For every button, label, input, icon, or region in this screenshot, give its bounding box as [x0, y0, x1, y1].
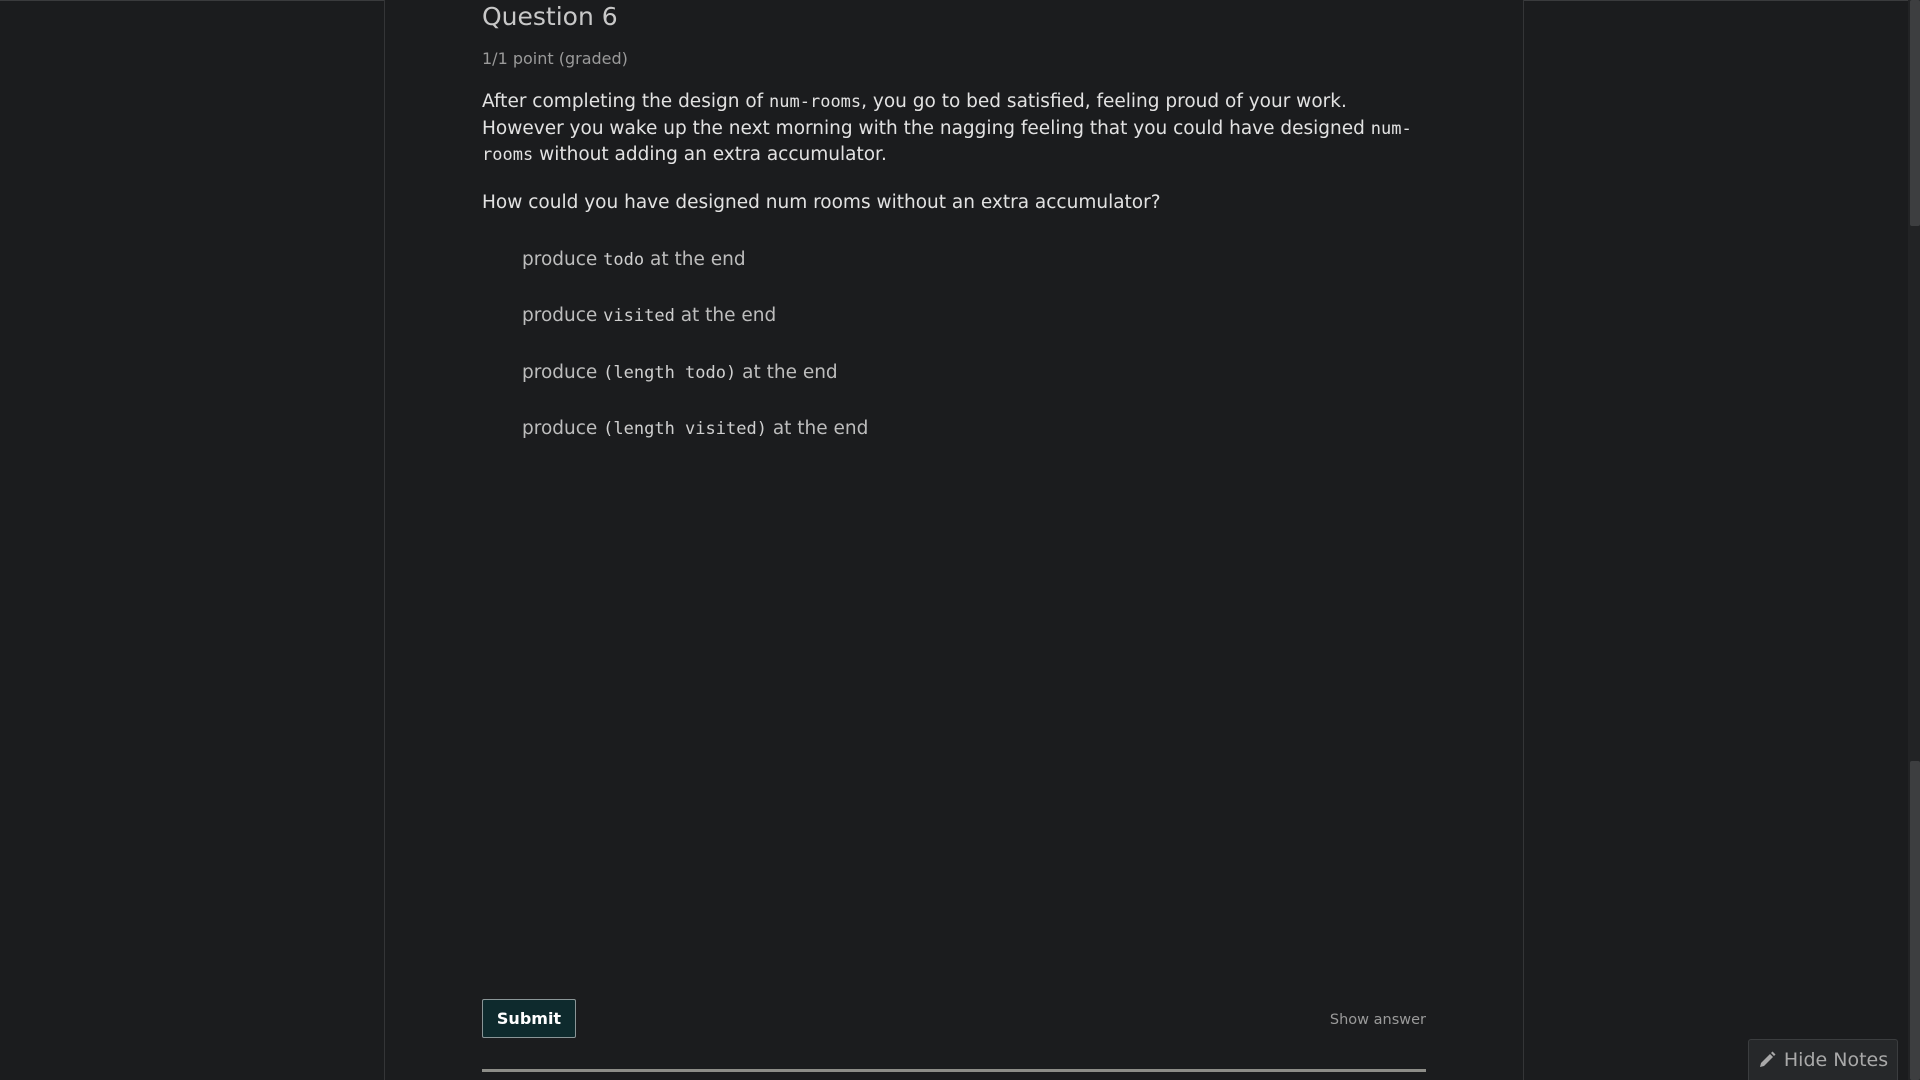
choice-suffix: at the end [766, 418, 869, 439]
question-prompt: How could you have designed num rooms wi… [482, 192, 1161, 213]
scrollbar-thumb-upper[interactable] [1910, 0, 1920, 226]
choice-code: (length visited) [603, 419, 767, 439]
divider [482, 1069, 1426, 1072]
question-points: 1/1 point (graded) [482, 49, 628, 68]
choice-code: todo [603, 250, 645, 270]
paragraph-text-3: without adding an extra accumulator. [533, 144, 887, 165]
choice-prefix: produce [522, 305, 604, 326]
choice-code: (length todo) [603, 363, 737, 383]
choice-prefix: produce [522, 418, 604, 439]
choice-suffix: at the end [674, 305, 777, 326]
submit-button[interactable]: Submit [482, 999, 576, 1038]
choice-option-4[interactable]: produce (length visited) at the end [522, 418, 868, 439]
choice-code: visited [603, 306, 675, 326]
choice-prefix: produce [522, 362, 604, 383]
scrollbar-thumb-lower[interactable] [1910, 761, 1920, 1080]
page-scrollbar[interactable] [1908, 0, 1920, 1080]
paragraph-code-1: num-rooms [769, 92, 862, 112]
choice-option-1[interactable]: produce todo at the end [522, 249, 746, 270]
pencil-icon [1758, 1051, 1776, 1069]
question-title: Question 6 [482, 2, 618, 31]
show-answer-link[interactable]: Show answer [1330, 1012, 1426, 1028]
choice-option-2[interactable]: produce visited at the end [522, 305, 776, 326]
choice-suffix: at the end [736, 362, 838, 383]
choice-option-3[interactable]: produce (length todo) at the end [522, 362, 838, 383]
choice-prefix: produce [522, 249, 604, 270]
hide-notes-button[interactable]: Hide Notes [1748, 1039, 1898, 1080]
content-column: Question 6 1/1 point (graded) After comp… [384, 0, 1524, 1080]
question-paragraph: After completing the design of num-rooms… [482, 89, 1426, 169]
choice-suffix: at the end [644, 249, 746, 270]
paragraph-text-1: After completing the design of [482, 91, 770, 112]
hide-notes-label: Hide Notes [1783, 1049, 1889, 1071]
